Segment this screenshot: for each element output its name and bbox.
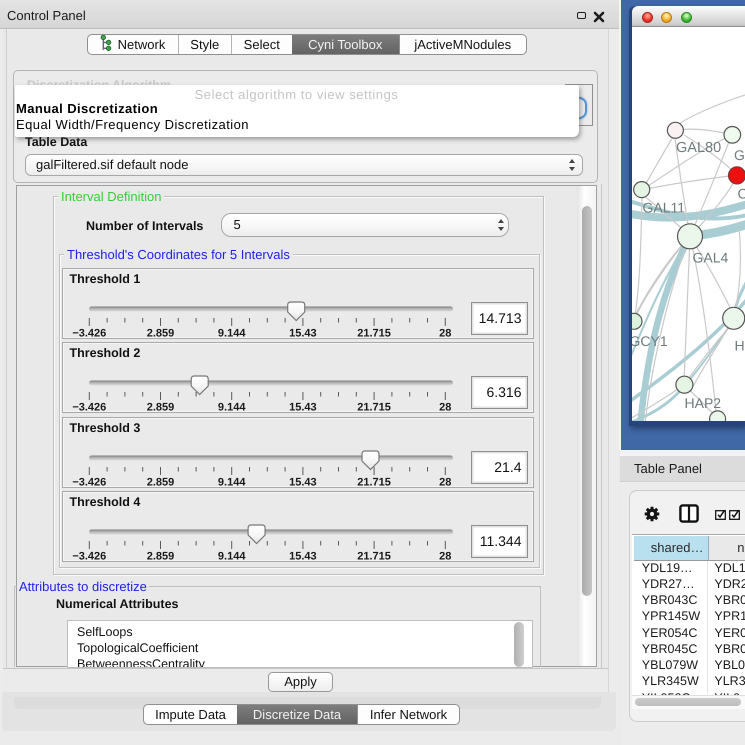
svg-text:2.859: 2.859	[146, 477, 174, 488]
svg-text:21.715: 21.715	[357, 328, 391, 339]
svg-text:9.144: 9.144	[217, 402, 245, 413]
svg-text:GAL11: GAL11	[643, 200, 686, 216]
svg-text:28: 28	[439, 551, 451, 562]
svg-text:21.715: 21.715	[357, 477, 391, 488]
svg-text:GA: GA	[734, 147, 745, 163]
svg-text:−3.426: −3.426	[72, 477, 106, 488]
svg-text:9.144: 9.144	[217, 328, 245, 339]
svg-text:H: H	[735, 338, 745, 354]
svg-text:−3.426: −3.426	[72, 402, 106, 413]
svg-text:15.43: 15.43	[289, 477, 317, 488]
svg-text:GCY1: GCY1	[632, 333, 668, 349]
svg-text:2.859: 2.859	[146, 551, 174, 562]
svg-text:GAL80: GAL80	[676, 140, 721, 156]
svg-text:9.144: 9.144	[217, 551, 245, 562]
svg-text:21.715: 21.715	[357, 551, 391, 562]
svg-text:28: 28	[439, 328, 451, 339]
svg-text:HAP2: HAP2	[685, 395, 722, 411]
svg-text:C: C	[738, 186, 745, 202]
svg-text:15.43: 15.43	[289, 551, 317, 562]
svg-text:−3.426: −3.426	[72, 551, 106, 562]
svg-text:15.43: 15.43	[289, 328, 317, 339]
svg-text:28: 28	[439, 402, 451, 413]
svg-text:15.43: 15.43	[289, 402, 317, 413]
svg-text:28: 28	[439, 477, 451, 488]
svg-text:−3.426: −3.426	[72, 328, 106, 339]
svg-text:2.859: 2.859	[146, 328, 174, 339]
svg-text:21.715: 21.715	[357, 402, 391, 413]
svg-text:GAL4: GAL4	[693, 250, 729, 266]
svg-text:2.859: 2.859	[146, 402, 174, 413]
svg-text:9.144: 9.144	[217, 477, 245, 488]
